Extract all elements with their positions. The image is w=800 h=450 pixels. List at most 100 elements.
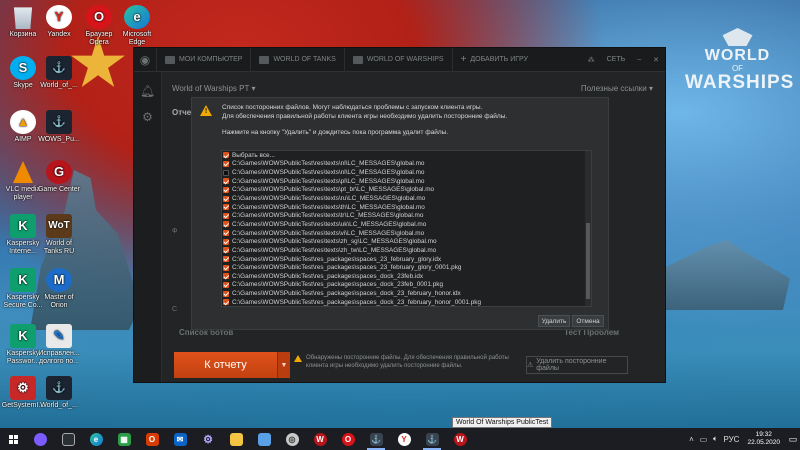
taskbar-task-view[interactable] — [54, 428, 82, 450]
file-row[interactable]: C:\Games\WOWSPublicTest\res\texts\th\LC_… — [222, 203, 591, 212]
launcher-sidebar: 🔔︎ ⚙ — [134, 72, 162, 382]
file-path: C:\Games\WOWSPublicTest\res\texts\pl\LC_… — [232, 177, 425, 185]
tab-label: WORLD OF WARSHIPS — [366, 56, 444, 63]
file-row[interactable]: C:\Games\WOWSPublicTest\res\texts\tr\LC_… — [222, 211, 591, 220]
tab-world-of-tanks[interactable]: WORLD OF TANKS — [250, 47, 343, 72]
launcher-logo-icon[interactable]: ◉ — [134, 49, 156, 71]
taskbar-game-launcher[interactable]: W — [446, 428, 474, 450]
scrollbar-thumb[interactable] — [586, 223, 590, 299]
select-all-checkbox[interactable] — [223, 152, 229, 159]
file-checkbox[interactable] — [223, 186, 229, 193]
network-icon[interactable]: ▭ — [697, 435, 709, 444]
file-checkbox[interactable] — [223, 273, 229, 280]
file-checkbox[interactable] — [223, 238, 229, 245]
file-row[interactable]: C:\Games\WOWSPublicTest\res\texts\ru\LC_… — [222, 194, 591, 203]
desktop-icon-label: World_of_... — [40, 402, 78, 409]
file-path: C:\Games\WOWSPublicTest\res\texts\nl\LC_… — [232, 169, 425, 177]
file-checkbox[interactable] — [223, 160, 229, 167]
desktop-icon-label: WOWS_Pu... — [38, 136, 80, 143]
file-checkbox[interactable] — [223, 212, 229, 219]
volume-icon[interactable]: 🔈︎ — [709, 434, 721, 444]
file-row[interactable]: C:\Games\WOWSPublicTest\res_packages\spa… — [222, 298, 591, 306]
taskbar-store[interactable]: ▦ — [110, 428, 138, 450]
close-icon[interactable]: ✕ — [647, 56, 665, 64]
file-row[interactable]: C:\Games\WOWSPublicTest\res\texts\pt_br\… — [222, 186, 591, 195]
delete-foreign-files-button[interactable]: ⚠ Удалить посторонние файлы — [526, 356, 628, 374]
file-row[interactable]: C:\Games\WOWSPublicTest\res_packages\spa… — [222, 263, 591, 272]
file-list[interactable]: Выбрать все... C:\Games\WOWSPublicTest\r… — [221, 150, 592, 307]
file-checkbox[interactable] — [223, 247, 229, 254]
delete-button[interactable]: Удалить — [538, 315, 570, 327]
desktop-icon-wows-2[interactable]: ⚓ World_of_... — [36, 376, 82, 410]
taskbar-cortana[interactable] — [26, 428, 54, 450]
taskbar-office[interactable]: O — [138, 428, 166, 450]
file-row[interactable]: C:\Games\WOWSPublicTest\res_packages\spa… — [222, 255, 591, 264]
file-row[interactable]: C:\Games\WOWSPublicTest\res\texts\nl\LC_… — [222, 160, 591, 169]
file-checkbox[interactable] — [223, 299, 229, 306]
language-indicator[interactable]: РУС — [721, 435, 741, 444]
file-row[interactable]: C:\Games\WOWSPublicTest\res_packages\spa… — [222, 289, 591, 298]
file-path: C:\Games\WOWSPublicTest\res\texts\ru\LC_… — [232, 195, 426, 203]
taskbar-settings[interactable]: ⚙ — [194, 428, 222, 450]
game-select[interactable]: World of Warships PT ▾ — [172, 84, 255, 93]
desktop-icon-game-center[interactable]: G Game Center — [36, 160, 82, 194]
tab-world-of-warships[interactable]: WORLD OF WARSHIPS — [343, 47, 452, 72]
file-checkbox[interactable] — [223, 264, 229, 271]
file-row[interactable]: C:\Games\WOWSPublicTest\res_packages\spa… — [222, 272, 591, 281]
taskbar-opera[interactable]: O — [334, 428, 362, 450]
file-row[interactable]: C:\Games\WOWSPublicTest\res_packages\spa… — [222, 281, 591, 290]
network-icon[interactable]: ⁂ — [582, 56, 601, 64]
taskbar-world-of-tanks[interactable]: W — [306, 428, 334, 450]
desktop-icon-master-of-orion[interactable]: M Master of Orion — [36, 268, 82, 310]
taskbar-wows-publictest[interactable]: ⚓ — [418, 428, 446, 450]
file-row[interactable]: C:\Games\WOWSPublicTest\res\texts\uk\LC_… — [222, 220, 591, 229]
file-checkbox[interactable] — [223, 178, 229, 185]
taskbar-photos[interactable] — [250, 428, 278, 450]
file-row[interactable]: C:\Games\WOWSPublicTest\res\texts\zh_sg\… — [222, 237, 591, 246]
file-checkbox[interactable] — [223, 195, 229, 202]
desktop-icon-wows-pt[interactable]: ⚓ WOWS_Pu... — [36, 110, 82, 144]
report-row-label-b: С — [172, 306, 178, 313]
chevron-up-icon[interactable]: ˄ — [685, 435, 697, 444]
tab-add-game[interactable]: + ДОБАВИТЬ ИГРУ — [451, 47, 536, 72]
clock[interactable]: 19:32 22.05.2020 — [741, 431, 786, 447]
minimize-icon[interactable]: – — [631, 56, 647, 63]
to-report-button[interactable]: К отчету — [174, 352, 278, 378]
opera-icon: O — [341, 432, 355, 446]
file-row[interactable]: C:\Games\WOWSPublicTest\res\texts\pl\LC_… — [222, 177, 591, 186]
desktop-icon-wows-1[interactable]: ⚓ World_of_... — [36, 56, 82, 90]
desktop-icon-edge[interactable]: e Microsoft Edge — [114, 5, 160, 47]
file-checkbox[interactable] — [223, 204, 229, 211]
file-checkbox[interactable] — [223, 221, 229, 228]
kaspersky-password-icon: K — [10, 324, 36, 348]
useful-links-dropdown[interactable]: Полезные ссылки ▾ — [581, 84, 653, 93]
cancel-button[interactable]: Отмена — [572, 315, 604, 327]
file-checkbox[interactable] — [223, 169, 229, 176]
taskbar-edge[interactable]: e — [82, 428, 110, 450]
file-row[interactable]: C:\Games\WOWSPublicTest\res\texts\nl\LC_… — [222, 168, 591, 177]
select-all-row[interactable]: Выбрать все... — [222, 151, 591, 160]
taskbar-yandex[interactable]: Y — [390, 428, 418, 450]
file-checkbox[interactable] — [223, 256, 229, 262]
desktop-icon-fix-tool[interactable]: ✎ Исправлен... долгого по... — [36, 324, 82, 366]
taskbar-game-center[interactable]: ◎ — [278, 428, 306, 450]
file-list-scrollbar[interactable] — [585, 151, 591, 306]
file-checkbox[interactable] — [223, 281, 229, 288]
tank-icon — [259, 55, 270, 64]
gear-icon[interactable]: ⚙ — [134, 110, 161, 124]
file-row[interactable]: C:\Games\WOWSPublicTest\res\texts\vi\LC_… — [222, 229, 591, 238]
start-button[interactable] — [0, 428, 26, 450]
taskbar-mail[interactable]: ✉ — [166, 428, 194, 450]
tab-my-computer[interactable]: МОИ КОМПЬЮТЕР — [156, 47, 250, 72]
desktop-icon-world-of-tanks[interactable]: WoT World of Tanks RU — [36, 214, 82, 256]
photos-icon — [257, 432, 271, 446]
notification-icon[interactable]: ▭ — [786, 434, 800, 445]
file-row[interactable]: C:\Games\WOWSPublicTest\res\texts\zh_tw\… — [222, 246, 591, 255]
taskbar-wows[interactable]: ⚓ — [362, 428, 390, 450]
file-checkbox[interactable] — [223, 230, 229, 237]
bell-icon[interactable]: 🔔︎ — [134, 84, 161, 98]
file-checkbox[interactable] — [223, 290, 229, 297]
taskbar-explorer[interactable] — [222, 428, 250, 450]
report-dropdown-icon[interactable]: ▼ — [278, 352, 290, 378]
network-label[interactable]: СЕТЬ — [601, 56, 632, 63]
